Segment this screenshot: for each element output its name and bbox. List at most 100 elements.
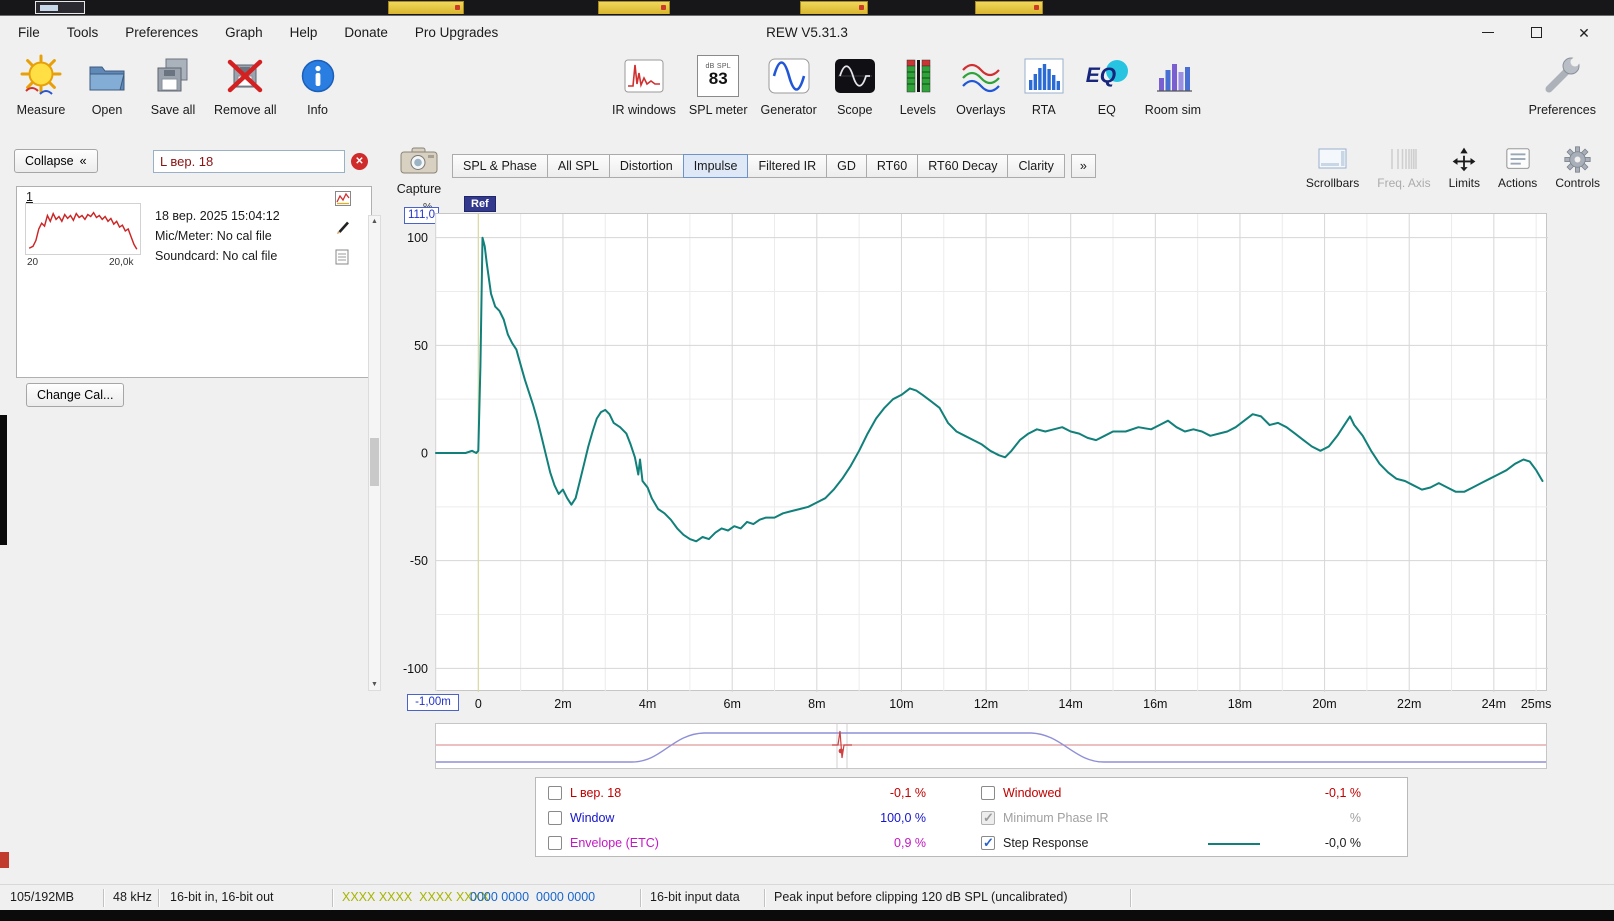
eq-button[interactable]: EQ EQ [1082,53,1132,117]
legend-label[interactable]: Window [570,811,614,825]
svg-text:24m: 24m [1482,697,1506,711]
legend-label: Minimum Phase IR [1003,811,1109,825]
ir-overview-strip[interactable] [435,723,1547,769]
camera-icon [400,147,438,179]
open-folder-icon [86,53,128,99]
svg-text:-100: -100 [403,662,428,676]
ir-windows-button[interactable]: IR windows [612,53,676,117]
measurement-name-input[interactable] [153,150,345,173]
minimize-button[interactable] [1464,16,1512,49]
controls-button[interactable]: Controls [1555,145,1600,190]
trace-legend-panel: L вер. 18 -0,1 % Windowed -0,1 % Window … [535,777,1408,857]
thumbnail-x-min: 20 [27,257,39,268]
plot-vertical-scrollbar[interactable]: ▲ ▼ [368,215,381,691]
notes-icon[interactable] [335,249,349,270]
svg-text:0: 0 [475,697,482,711]
input-data-format: 16-bit input data [650,890,740,904]
step-response-plot[interactable]: 0 2m 4m 6m 8m 10m 12m 14m 16m 18m 20m 22m 24m 25ms 100… [403,213,1551,711]
step-response-line-sample [1208,843,1260,845]
y-axis-top-limit-box[interactable]: 111,0 [404,207,439,224]
ref-marker-label[interactable]: Ref [464,196,496,212]
rta-icon [1024,53,1064,99]
tab-distortion[interactable]: Distortion [608,154,684,178]
desktop-background-strip [0,0,1614,15]
info-icon [299,53,337,99]
legend-checkbox-step-response[interactable] [981,835,995,851]
svg-text:16m: 16m [1143,697,1167,711]
levels-button[interactable]: Levels [893,53,943,117]
measurement-thumbnail[interactable] [25,203,141,255]
tab-all-spl[interactable]: All SPL [546,154,610,178]
legend-label[interactable]: Step Response [1003,836,1088,850]
limits-button[interactable]: Limits [1449,145,1480,190]
maximize-button[interactable] [1512,16,1560,49]
tab-impulse[interactable]: Impulse [682,154,749,178]
legend-label[interactable]: L вер. 18 [570,786,621,800]
preferences-button[interactable]: Preferences [1529,53,1596,117]
svg-text:18m: 18m [1228,697,1252,711]
legend-checkbox-l-ver-18[interactable] [548,786,562,800]
open-button[interactable]: Open [82,53,132,117]
overlays-button[interactable]: Overlays [956,53,1006,117]
save-all-icon [153,53,193,99]
scroll-down-icon[interactable]: ▼ [369,681,380,688]
rta-button[interactable]: RTA [1019,53,1069,117]
ir-windows-icon [624,53,664,99]
spl-meter-button[interactable]: dB SPL 83 SPL meter [689,53,748,117]
legend-label[interactable]: Windowed [1003,786,1061,800]
legend-value: 0,9 % [894,836,926,850]
svg-text:50: 50 [414,339,428,353]
scroll-up-icon[interactable]: ▲ [369,218,380,225]
change-cal-button[interactable]: Change Cal... [26,383,125,407]
legend-value: 100,0 % [880,811,926,825]
measurement-list[interactable]: 1 20 20,0k 18 вер. 2025 15:04:12 Mic/Met… [16,186,372,378]
close-button[interactable]: ✕ [1560,16,1608,49]
info-button[interactable]: Info [293,53,343,117]
save-all-button[interactable]: Save all [148,53,198,117]
legend-value: % [1349,811,1361,825]
capture-button[interactable]: Capture [396,147,442,196]
spl-meter-icon: dB SPL 83 [697,55,740,97]
legend-checkbox-windowed[interactable] [981,786,995,800]
tab-filtered-ir[interactable]: Filtered IR [747,154,828,178]
svg-text:8m: 8m [808,697,825,711]
svg-text:6m: 6m [724,697,741,711]
freq-axis-button: Freq. Axis [1377,145,1431,190]
tab-clarity[interactable]: Clarity [1007,154,1065,178]
gear-icon [1564,145,1591,173]
scope-button[interactable]: Scope [830,53,880,117]
legend-checkbox-envelope-etc[interactable] [548,836,562,850]
tabs-overflow-button[interactable]: » [1070,154,1096,178]
trace-settings-icon[interactable] [335,191,351,211]
tab-rt60-decay[interactable]: RT60 Decay [917,154,1009,178]
output-hex-monitor: 0000 0000 0000 0000 [470,890,596,904]
legend-checkbox-window[interactable] [548,811,562,825]
room-sim-button[interactable]: Room sim [1145,53,1201,117]
actions-icon [1504,145,1532,173]
edit-pencil-icon[interactable] [335,219,351,240]
scrollbar-thumb[interactable] [370,438,379,486]
generator-button[interactable]: Generator [761,53,817,117]
window-envelope-curve [436,732,1546,763]
legend-value: -0,1 % [1324,786,1361,800]
tab-spl-phase[interactable]: SPL & Phase [452,154,548,178]
graph-type-tabs: SPL & Phase All SPL Distortion Impulse F… [452,154,1096,178]
memory-usage: 105/192MB [10,890,74,904]
delete-measurement-icon[interactable]: ✕ [351,153,368,170]
overlays-icon [960,53,1002,99]
svg-text:14m: 14m [1059,697,1083,711]
x-axis-left-limit-box[interactable]: -1,00m [407,694,459,711]
remove-all-icon [225,53,265,99]
remove-all-button[interactable]: Remove all [214,53,277,117]
measure-button[interactable]: Measure [16,53,66,117]
scrollbars-button[interactable]: Scrollbars [1306,145,1359,190]
input-hex-monitor: XXXX XXXX XXXX XXXX [342,890,490,904]
tab-gd[interactable]: GD [826,154,867,178]
legend-label[interactable]: Envelope (ETC) [570,836,659,850]
measurement-mic-cal: Mic/Meter: No cal file [155,229,272,243]
background-folder-fragment [388,1,464,14]
measurement-index: 1 [26,190,33,204]
collapse-button[interactable]: Collapse « [14,149,98,173]
tab-rt60[interactable]: RT60 [865,154,919,178]
actions-button[interactable]: Actions [1498,145,1537,190]
